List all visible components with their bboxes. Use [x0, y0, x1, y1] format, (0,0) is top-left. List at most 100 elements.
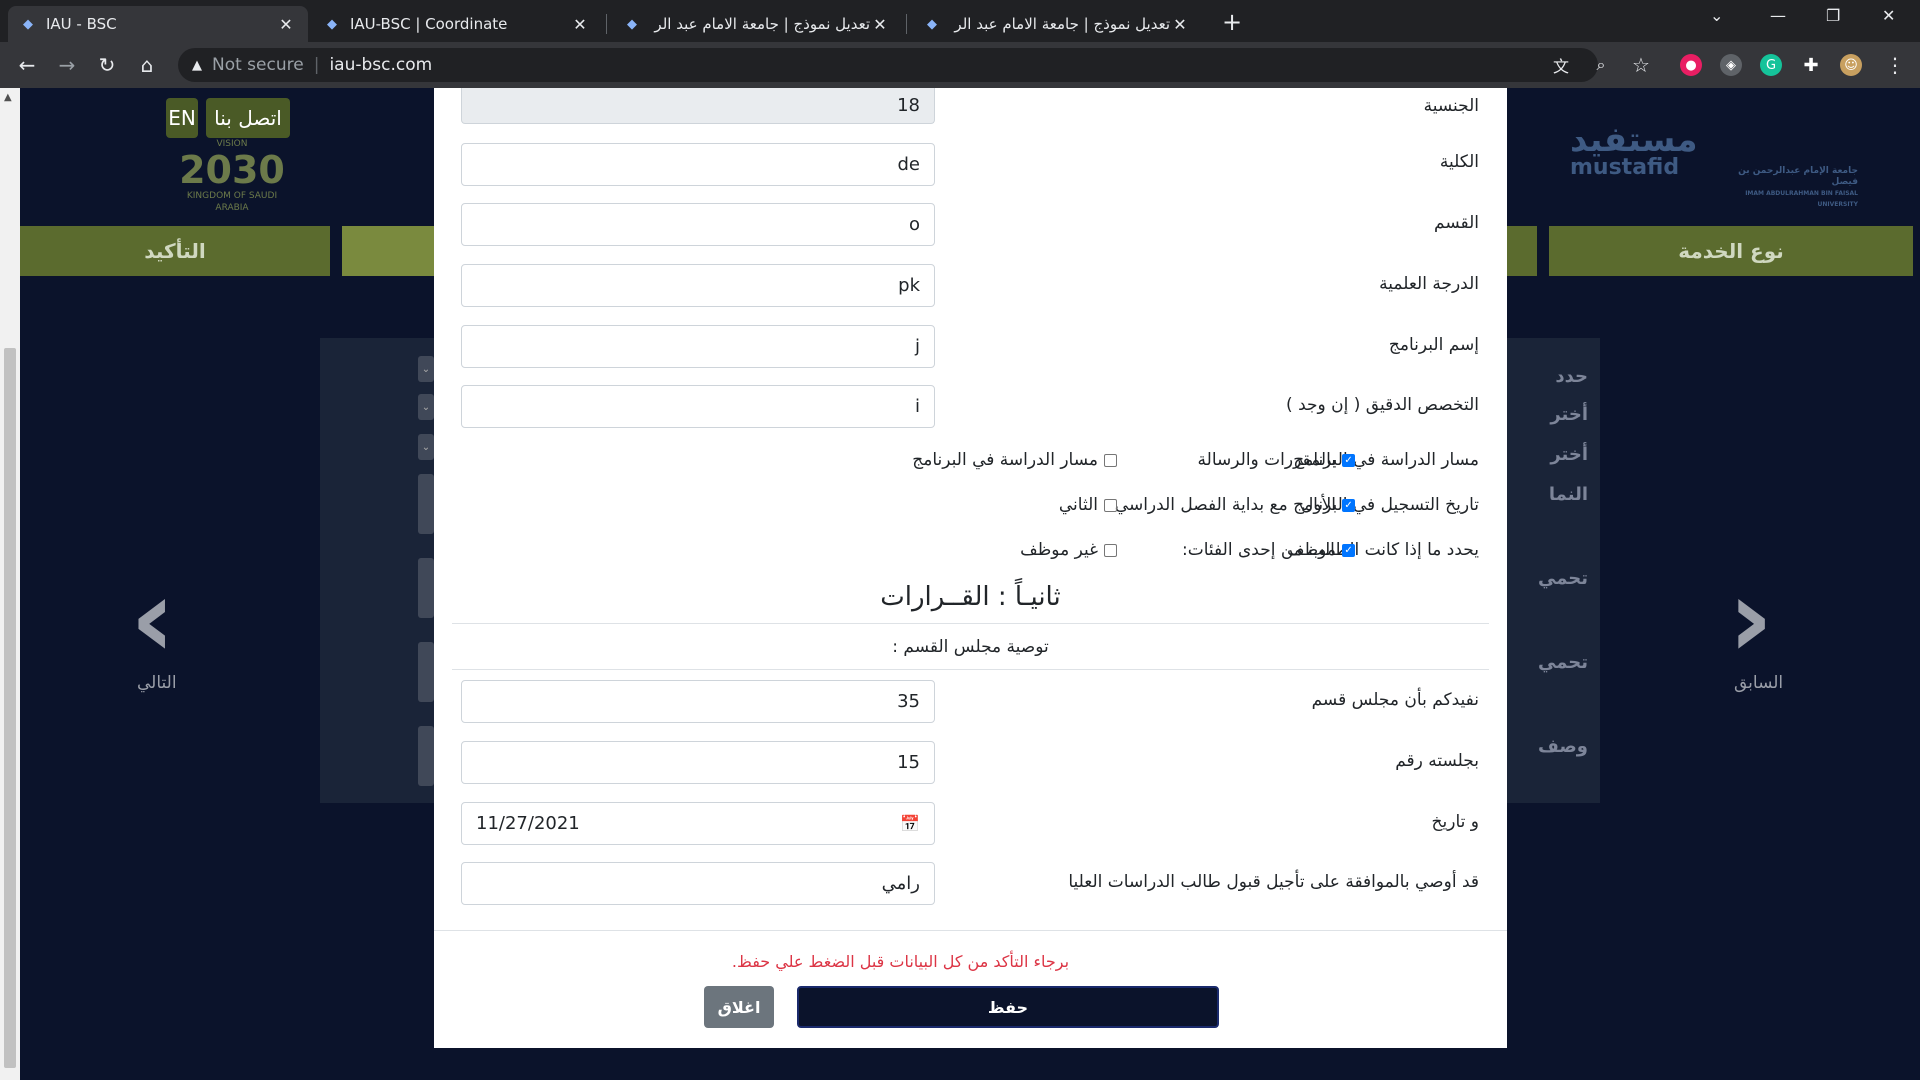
back-icon[interactable]: ←	[12, 50, 42, 80]
program-name-field[interactable]: j	[461, 325, 935, 368]
vision-sub: KINGDOM OF SAUDI ARABIA	[186, 191, 278, 213]
college-field[interactable]: de	[461, 143, 935, 186]
tab-search-icon[interactable]: ⌄	[1710, 6, 1723, 25]
save-button[interactable]: حفظ	[797, 986, 1219, 1028]
site-favicon-icon: ◆	[627, 16, 637, 32]
checkbox-unchecked-icon[interactable]	[1104, 453, 1117, 467]
site-favicon-icon: ◆	[23, 16, 33, 32]
panel-input[interactable]	[418, 474, 434, 534]
panel-input[interactable]	[418, 642, 434, 702]
panel-line: النما	[1548, 484, 1588, 505]
council-label: نفيدكم بأن مجلس قسم	[1311, 690, 1479, 710]
bookmark-star-icon[interactable]: ☆	[1626, 50, 1656, 80]
shield-icon[interactable]: ◈	[1720, 54, 1742, 76]
new-tab-icon[interactable]: +	[1222, 8, 1242, 36]
scrollbar-thumb[interactable]	[4, 348, 16, 1068]
reload-icon[interactable]: ↻	[92, 50, 122, 80]
edit-form-modal: الجنسية 18 الكلية de القسم o الدرجة العل…	[434, 88, 1507, 1048]
panel-line: أختر	[1550, 444, 1588, 465]
browser-tab-bar: ◆ IAU - BSC ✕ ◆ IAU-BSC | Coordinate ✕ ◆…	[0, 0, 1920, 42]
close-button[interactable]: اغلاق	[704, 986, 774, 1028]
tab-edit-form-2[interactable]: ◆ تعديل نموذج | جامعة الامام عبد الر ✕	[912, 6, 1202, 42]
date-field[interactable]: 11/27/2021 📅	[461, 802, 935, 845]
restore-icon[interactable]: ❐	[1826, 6, 1840, 25]
tab-separator	[906, 14, 907, 34]
grammarly-icon[interactable]: G	[1760, 54, 1782, 76]
url-text: iau-bsc.com	[329, 55, 433, 75]
minimize-icon[interactable]: —	[1770, 6, 1786, 25]
contact-button[interactable]: اتصل بنا	[206, 98, 290, 138]
forward-icon[interactable]: →	[52, 50, 82, 80]
checkbox-checked-icon[interactable]: ✓	[1342, 453, 1355, 467]
chevron-left-icon[interactable]: ‹	[130, 563, 175, 673]
zoom-icon[interactable]: ⌕	[1586, 50, 1616, 80]
mustafid-logo: مستفيد mustafid	[1570, 120, 1698, 180]
site-favicon-icon: ◆	[927, 16, 937, 32]
semester-second-checkbox[interactable]: الثاني	[1059, 495, 1117, 515]
specialization-label: التخصص الدقيق ( إن وجد )	[1286, 395, 1479, 415]
checkbox-unchecked-icon[interactable]	[1104, 543, 1117, 557]
menu-icon[interactable]: ⋮	[1880, 50, 1910, 80]
study-track-other-checkbox[interactable]: مسار الدراسة في البرنامج	[912, 450, 1117, 470]
panel-line: أختر	[1550, 404, 1588, 425]
scroll-up-icon[interactable]: ▲	[4, 92, 12, 103]
modal-footer-divider	[434, 930, 1507, 931]
divider	[452, 669, 1489, 670]
next-label[interactable]: التالي	[137, 673, 177, 693]
security-label: Not secure	[212, 55, 304, 75]
step-active[interactable]	[342, 226, 434, 276]
close-tab-icon[interactable]: ✕	[870, 15, 890, 34]
panel-line: تحمي	[1537, 568, 1588, 589]
tab-title: تعديل نموذج | جامعة الامام عبد الر	[954, 15, 1170, 33]
lang-button[interactable]: EN	[166, 98, 198, 138]
council-field[interactable]: 35	[461, 680, 935, 723]
avatar[interactable]: ☺	[1840, 54, 1862, 76]
degree-field[interactable]: pk	[461, 264, 935, 307]
subsection-title: توصية مجلس القسم :	[892, 637, 1049, 657]
tab-coordinate[interactable]: ◆ IAU-BSC | Coordinate ✕	[312, 6, 602, 42]
step-hidden[interactable]	[1507, 226, 1537, 276]
semester-first-checkbox[interactable]: ✓ الأول	[1301, 495, 1355, 515]
close-tab-icon[interactable]: ✕	[570, 15, 590, 34]
checkbox-checked-icon[interactable]: ✓	[1342, 498, 1355, 512]
prev-label[interactable]: السابق	[1734, 673, 1783, 693]
specialization-field[interactable]: i	[461, 385, 935, 428]
study-track-thesis-checkbox[interactable]: ✓ بالمقررات والرسالة	[1198, 450, 1355, 470]
nationality-field[interactable]: 18	[461, 88, 935, 124]
close-window-icon[interactable]: ✕	[1882, 6, 1895, 25]
vision-year: 2030	[179, 148, 285, 192]
tab-title: IAU - BSC	[46, 15, 117, 33]
address-bar[interactable]: ▲ Not secure | iau-bsc.com	[178, 48, 1598, 82]
chevron-right-icon[interactable]: ›	[1728, 563, 1773, 673]
translate-icon[interactable]: 文	[1546, 50, 1576, 80]
chevron-down-icon[interactable]: ⌄	[418, 434, 434, 460]
close-tab-icon[interactable]: ✕	[276, 15, 296, 34]
chevron-down-icon[interactable]: ⌄	[418, 394, 434, 420]
step-service-type[interactable]: نوع الخدمة	[1549, 226, 1913, 276]
home-icon[interactable]: ⌂	[132, 50, 162, 80]
tab-edit-form-1[interactable]: ◆ تعديل نموذج | جامعة الامام عبد الر ✕	[612, 6, 902, 42]
department-field[interactable]: o	[461, 203, 935, 246]
extension-icon[interactable]: ●	[1680, 54, 1702, 76]
recommendation-field[interactable]: رامي	[461, 862, 935, 905]
close-tab-icon[interactable]: ✕	[1170, 15, 1190, 34]
date-value: 11/27/2021	[476, 813, 580, 834]
calendar-icon[interactable]: 📅	[900, 814, 920, 833]
college-label: الكلية	[1439, 152, 1479, 172]
site-favicon-icon: ◆	[327, 16, 337, 32]
tab-title: تعديل نموذج | جامعة الامام عبد الر	[654, 15, 870, 33]
panel-input[interactable]	[418, 558, 434, 618]
tab-iau-bsc[interactable]: ◆ IAU - BSC ✕	[8, 6, 308, 42]
page-scrollbar[interactable]: ▲	[0, 88, 20, 1080]
non-employee-checkbox[interactable]: غير موظف	[1020, 540, 1117, 560]
extensions-puzzle-icon[interactable]: ✚	[1800, 54, 1822, 76]
employee-checkbox[interactable]: ✓ موظف	[1287, 540, 1355, 560]
checkbox-unchecked-icon[interactable]	[1104, 498, 1117, 512]
checkbox-checked-icon[interactable]: ✓	[1342, 543, 1355, 557]
chevron-down-icon[interactable]: ⌄	[418, 356, 434, 382]
vision-2030-logo: VISION 2030 KINGDOM OF SAUDI ARABIA	[172, 138, 292, 213]
panel-line: حدد	[1555, 366, 1588, 387]
panel-input[interactable]	[418, 726, 434, 786]
session-number-field[interactable]: 15	[461, 741, 935, 784]
step-confirm[interactable]: التأكيد	[20, 226, 330, 276]
